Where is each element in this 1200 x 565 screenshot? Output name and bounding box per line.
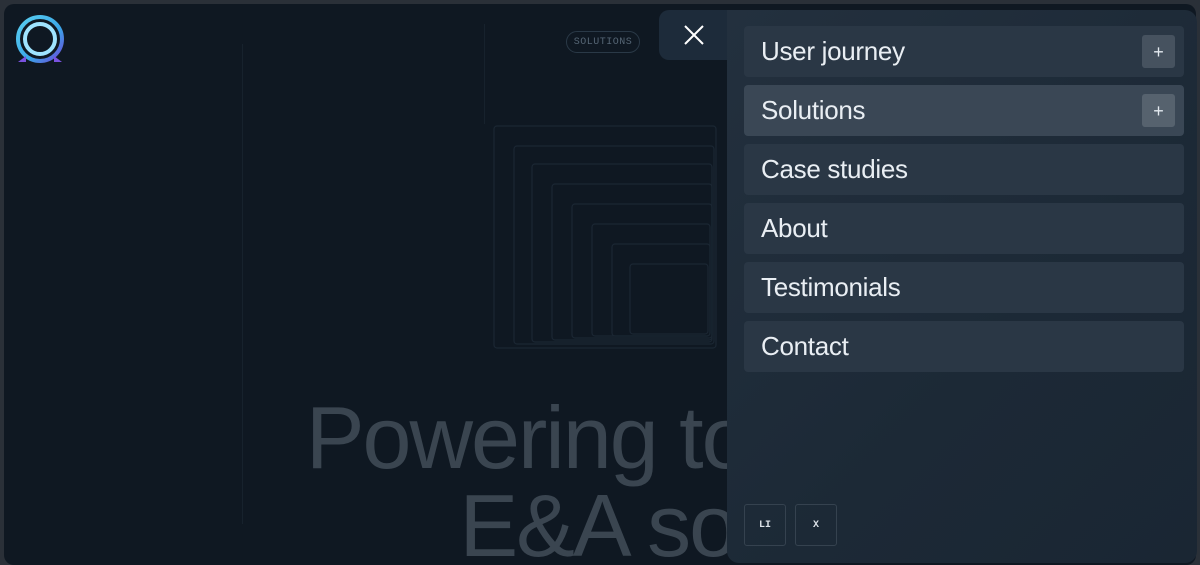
menu-item-solutions[interactable]: Solutions + [744, 85, 1184, 136]
menu-item-case-studies[interactable]: Case studies [744, 144, 1184, 195]
navigation-menu: User journey + Solutions + Case studies … [744, 26, 1184, 380]
section-tag: SOLUTIONS [566, 31, 640, 53]
menu-item-label: About [761, 213, 828, 243]
x-link[interactable]: X [795, 504, 837, 546]
menu-item-testimonials[interactable]: Testimonials [744, 262, 1184, 313]
menu-item-label: Contact [761, 331, 849, 361]
menu-item-about[interactable]: About [744, 203, 1184, 254]
menu-item-user-journey[interactable]: User journey + [744, 26, 1184, 77]
menu-item-label: Case studies [761, 154, 908, 184]
menu-item-label: Solutions [761, 95, 866, 125]
ring-logo-icon[interactable] [12, 12, 68, 68]
divider-line [484, 24, 485, 124]
expand-plus-icon[interactable]: + [1142, 35, 1175, 68]
nested-squares-graphic [493, 125, 717, 349]
close-menu-button[interactable] [659, 10, 729, 60]
menu-item-contact[interactable]: Contact [744, 321, 1184, 372]
expand-plus-icon[interactable]: + [1142, 94, 1175, 127]
navigation-menu-panel: User journey + Solutions + Case studies … [727, 10, 1197, 563]
linkedin-link[interactable]: LI [744, 504, 786, 546]
close-icon [684, 25, 704, 45]
menu-item-label: User journey [761, 36, 905, 66]
social-links: LI X [744, 504, 837, 546]
menu-item-label: Testimonials [761, 272, 901, 302]
